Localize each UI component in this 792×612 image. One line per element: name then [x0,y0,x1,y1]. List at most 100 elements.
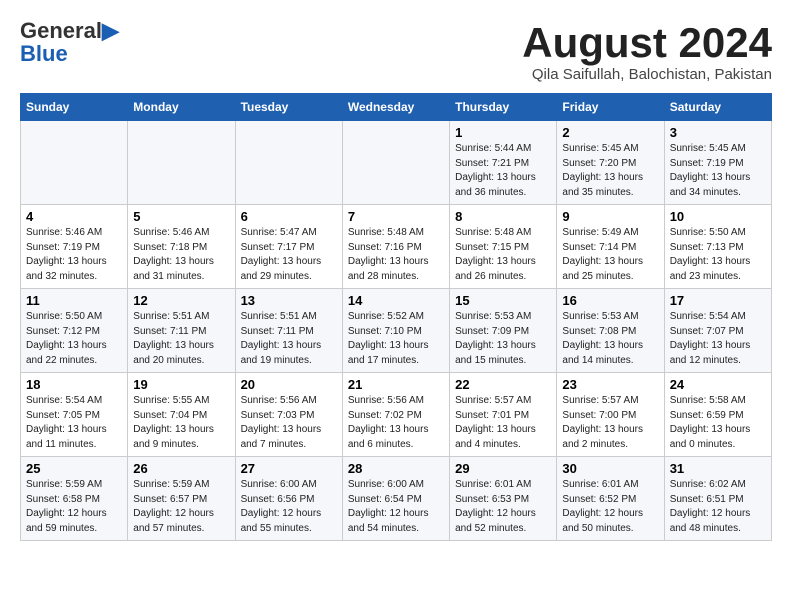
day-number: 19 [133,377,229,392]
logo-line2: Blue [20,42,119,66]
day-number: 2 [562,125,658,140]
calendar-cell: 3Sunrise: 5:45 AM Sunset: 7:19 PM Daylig… [664,121,771,205]
day-number: 15 [455,293,551,308]
calendar-cell: 24Sunrise: 5:58 AM Sunset: 6:59 PM Dayli… [664,373,771,457]
calendar-week-3: 11 Sunrise: 5:50 AM Sunset: 7:12 PM Dayli… [21,289,772,373]
header-tuesday: Tuesday [235,94,342,121]
calendar-cell: 20Sunrise: 5:56 AM Sunset: 7:03 PM Dayli… [235,373,342,457]
day-number: 5 [133,209,229,224]
day-number: 3 [670,125,766,140]
day-info: Sunrise: 5:53 AM Sunset: 7:08 PM Dayligh… [562,310,658,368]
day-number: 14 [348,293,444,308]
day-number: 4 [26,209,122,224]
header-sunday: Sunday [21,94,128,121]
day-number: 25 [26,461,122,476]
day-number: 27 [241,461,337,476]
day-number: 13 [241,293,337,308]
calendar-cell: 28 Sunrise: 6:00 AM Sunset: 6:54 PM Dayli… [342,457,449,541]
header-monday: Monday [128,94,235,121]
calendar-cell: 16 Sunrise: 5:53 AM Sunset: 7:08 PM Dayli… [557,289,664,373]
day-number: 29 [455,461,551,476]
title-area: August 2024 Qila Saifullah, Balochistan,… [522,20,772,83]
day-info: Sunrise: 5:48 AM Sunset: 7:16 PM Dayligh… [348,226,444,284]
logo-line1: General▶ [20,20,119,42]
calendar-cell: 11 Sunrise: 5:50 AM Sunset: 7:12 PM Dayli… [21,289,128,373]
day-info: Sunrise: 5:50 AM Sunset: 7:13 PM Dayligh… [670,226,766,284]
calendar-cell: 19 Sunrise: 5:55 AM Sunset: 7:04 PM Dayli… [128,373,235,457]
day-info: Sunrise: 6:00 AM Sunset: 6:54 PM Dayligh… [348,478,444,536]
calendar-week-4: 18Sunrise: 5:54 AM Sunset: 7:05 PM Dayli… [21,373,772,457]
calendar-cell: 15Sunrise: 5:53 AM Sunset: 7:09 PM Dayli… [450,289,557,373]
header-row: Sunday Monday Tuesday Wednesday Thursday… [21,94,772,121]
calendar-cell: 4 Sunrise: 5:46 AM Sunset: 7:19 PM Daylig… [21,205,128,289]
day-info: Sunrise: 6:01 AM Sunset: 6:52 PM Dayligh… [562,478,658,536]
day-info: Sunrise: 5:59 AM Sunset: 6:58 PM Dayligh… [26,478,122,536]
day-number: 18 [26,377,122,392]
day-info: Sunrise: 5:49 AM Sunset: 7:14 PM Dayligh… [562,226,658,284]
day-number: 21 [348,377,444,392]
calendar-cell: 5 Sunrise: 5:46 AM Sunset: 7:18 PM Daylig… [128,205,235,289]
calendar-cell: 21 Sunrise: 5:56 AM Sunset: 7:02 PM Dayli… [342,373,449,457]
day-info: Sunrise: 5:55 AM Sunset: 7:04 PM Dayligh… [133,394,229,452]
header-thursday: Thursday [450,94,557,121]
day-number: 6 [241,209,337,224]
calendar-cell: 31 Sunrise: 6:02 AM Sunset: 6:51 PM Dayli… [664,457,771,541]
day-info: Sunrise: 5:46 AM Sunset: 7:18 PM Dayligh… [133,226,229,284]
calendar-cell: 1 Sunrise: 5:44 AM Sunset: 7:21 PM Daylig… [450,121,557,205]
day-info: Sunrise: 5:57 AM Sunset: 7:01 PM Dayligh… [455,394,551,452]
day-number: 1 [455,125,551,140]
day-info: Sunrise: 5:51 AM Sunset: 7:11 PM Dayligh… [241,310,337,368]
day-number: 8 [455,209,551,224]
day-info: Sunrise: 6:02 AM Sunset: 6:51 PM Dayligh… [670,478,766,536]
calendar-cell: 23 Sunrise: 5:57 AM Sunset: 7:00 PM Dayli… [557,373,664,457]
day-number: 16 [562,293,658,308]
day-number: 26 [133,461,229,476]
calendar-cell: 25 Sunrise: 5:59 AM Sunset: 6:58 PM Dayli… [21,457,128,541]
day-info: Sunrise: 5:57 AM Sunset: 7:00 PM Dayligh… [562,394,658,452]
day-info: Sunrise: 5:50 AM Sunset: 7:12 PM Dayligh… [26,310,122,368]
calendar-cell [342,121,449,205]
calendar-cell: 26 Sunrise: 5:59 AM Sunset: 6:57 PM Dayli… [128,457,235,541]
page-header: General▶ Blue August 2024 Qila Saifullah… [20,20,772,83]
day-info: Sunrise: 6:00 AM Sunset: 6:56 PM Dayligh… [241,478,337,536]
day-info: Sunrise: 5:44 AM Sunset: 7:21 PM Dayligh… [455,142,551,200]
calendar-week-1: 1 Sunrise: 5:44 AM Sunset: 7:21 PM Daylig… [21,121,772,205]
day-number: 30 [562,461,658,476]
day-info: Sunrise: 5:54 AM Sunset: 7:07 PM Dayligh… [670,310,766,368]
calendar-cell: 7 Sunrise: 5:48 AM Sunset: 7:16 PM Daylig… [342,205,449,289]
calendar-week-5: 25 Sunrise: 5:59 AM Sunset: 6:58 PM Dayli… [21,457,772,541]
day-info: Sunrise: 5:58 AM Sunset: 6:59 PM Dayligh… [670,394,766,452]
calendar-cell: 18Sunrise: 5:54 AM Sunset: 7:05 PM Dayli… [21,373,128,457]
header-saturday: Saturday [664,94,771,121]
day-info: Sunrise: 5:46 AM Sunset: 7:19 PM Dayligh… [26,226,122,284]
day-info: Sunrise: 5:47 AM Sunset: 7:17 PM Dayligh… [241,226,337,284]
calendar-cell: 22 Sunrise: 5:57 AM Sunset: 7:01 PM Dayli… [450,373,557,457]
day-number: 17 [670,293,766,308]
day-info: Sunrise: 5:59 AM Sunset: 6:57 PM Dayligh… [133,478,229,536]
header-friday: Friday [557,94,664,121]
day-info: Sunrise: 5:56 AM Sunset: 7:02 PM Dayligh… [348,394,444,452]
calendar-cell: 13 Sunrise: 5:51 AM Sunset: 7:11 PM Dayli… [235,289,342,373]
calendar-cell: 9 Sunrise: 5:49 AM Sunset: 7:14 PM Daylig… [557,205,664,289]
day-number: 10 [670,209,766,224]
calendar-cell [128,121,235,205]
day-number: 22 [455,377,551,392]
day-number: 12 [133,293,229,308]
calendar-cell: 10 Sunrise: 5:50 AM Sunset: 7:13 PM Dayli… [664,205,771,289]
day-info: Sunrise: 5:51 AM Sunset: 7:11 PM Dayligh… [133,310,229,368]
day-number: 23 [562,377,658,392]
day-info: Sunrise: 5:52 AM Sunset: 7:10 PM Dayligh… [348,310,444,368]
calendar-cell: 8Sunrise: 5:48 AM Sunset: 7:15 PM Daylig… [450,205,557,289]
day-number: 28 [348,461,444,476]
day-number: 9 [562,209,658,224]
day-number: 11 [26,293,122,308]
month-title: August 2024 [522,20,772,66]
day-number: 7 [348,209,444,224]
calendar-cell: 6 Sunrise: 5:47 AM Sunset: 7:17 PM Daylig… [235,205,342,289]
day-number: 20 [241,377,337,392]
calendar-week-2: 4 Sunrise: 5:46 AM Sunset: 7:19 PM Daylig… [21,205,772,289]
calendar-cell [235,121,342,205]
calendar-cell: 30 Sunrise: 6:01 AM Sunset: 6:52 PM Dayli… [557,457,664,541]
day-info: Sunrise: 6:01 AM Sunset: 6:53 PM Dayligh… [455,478,551,536]
day-number: 31 [670,461,766,476]
